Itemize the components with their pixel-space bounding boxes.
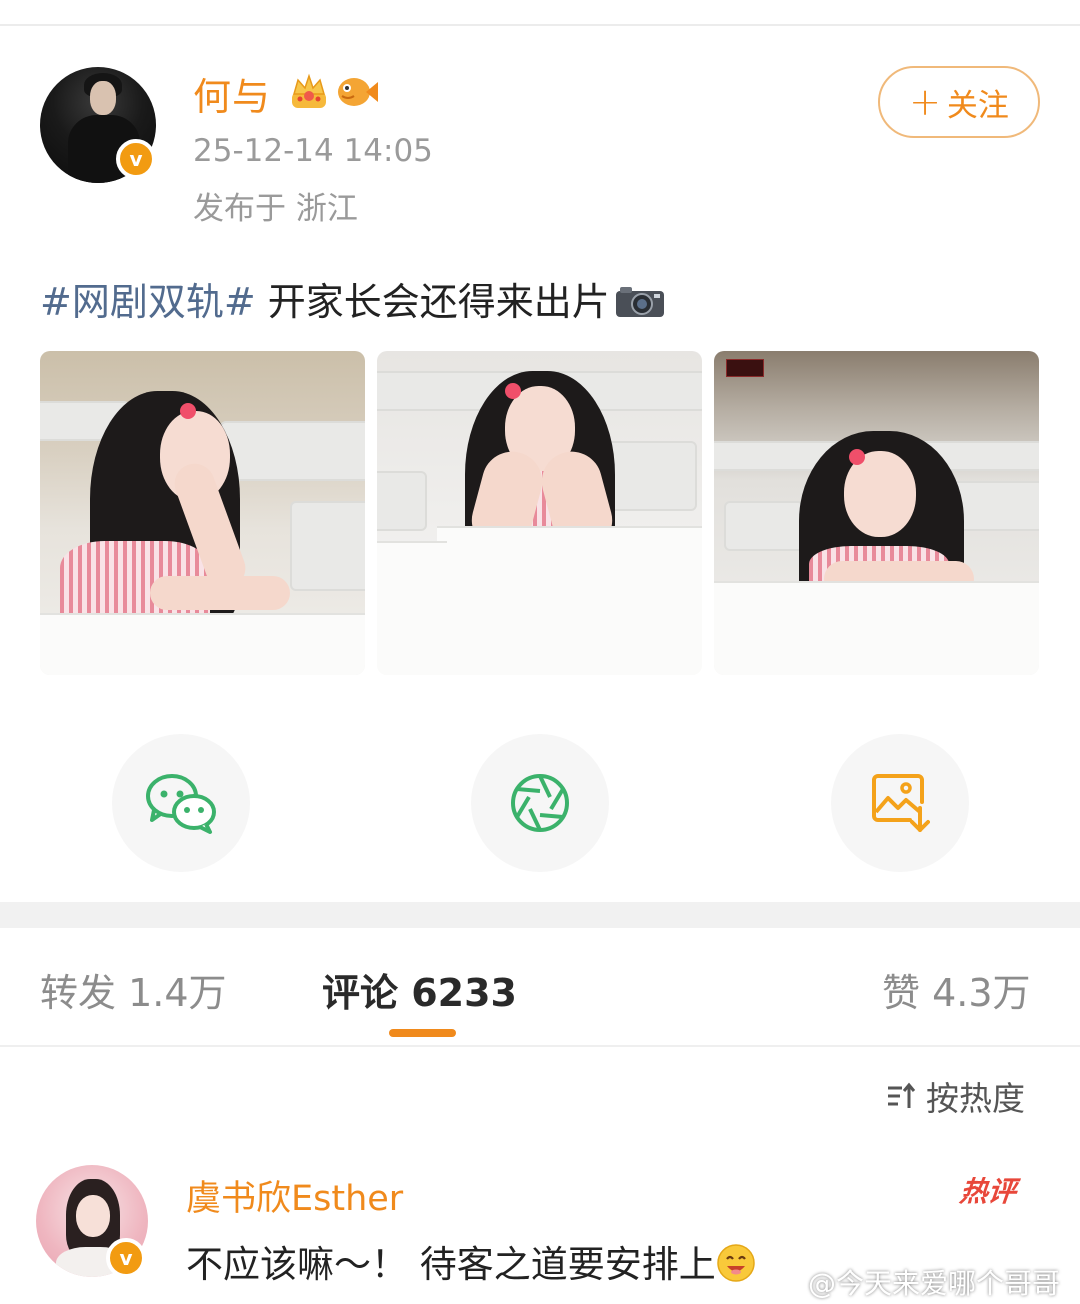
- follow-button[interactable]: + 关注: [878, 66, 1040, 138]
- save-image-icon: [872, 774, 930, 832]
- tab-repost[interactable]: 转发 1.4万: [40, 962, 227, 1017]
- hot-comment-badge: 热评: [958, 1175, 1018, 1208]
- commenter-verified-badge-icon: v: [106, 1238, 146, 1278]
- plus-icon: +: [909, 80, 941, 124]
- post-body-text: 开家长会还得来出片: [255, 280, 610, 324]
- camera-emoji-icon: [615, 287, 664, 317]
- post-photo-3[interactable]: [714, 351, 1039, 675]
- share-wechat-button[interactable]: [112, 734, 250, 872]
- comment-text: 不应该嘛～！ 待客之道要安排上: [186, 1234, 756, 1288]
- sort-label: 按热度: [926, 1079, 1025, 1118]
- commenter-name[interactable]: 虞书欣Esther: [186, 1170, 403, 1221]
- active-tab-indicator: [389, 1029, 456, 1037]
- top-divider: [0, 24, 1080, 26]
- author-name[interactable]: 何与: [193, 66, 271, 121]
- follow-label: 关注: [946, 87, 1009, 124]
- hashtag-link[interactable]: #网剧双轨#: [40, 280, 256, 324]
- moments-icon: [511, 774, 569, 832]
- smile-emoji-icon: [717, 1244, 755, 1282]
- post-photo-2[interactable]: [377, 351, 702, 675]
- wechat-icon: [146, 774, 216, 834]
- section-divider: [0, 902, 1080, 928]
- fish-fan-icon: [338, 78, 378, 106]
- watermark: @今天来爱哪个哥哥: [808, 1267, 1061, 1300]
- crown-member-icon: [292, 73, 326, 108]
- post-location: 发布于 浙江: [193, 191, 358, 227]
- share-moments-button[interactable]: [471, 734, 609, 872]
- post-timestamp: 25-12-14 14:05: [193, 133, 433, 169]
- verified-badge-icon: v: [116, 139, 156, 179]
- post-photo-1[interactable]: [40, 351, 365, 675]
- tab-divider: [0, 1045, 1080, 1047]
- tab-comments[interactable]: 评论 6233: [322, 962, 517, 1017]
- save-image-button[interactable]: [831, 734, 969, 872]
- post-text: #网剧双轨# 开家长会还得来出片: [40, 271, 666, 326]
- sort-icon: [888, 1082, 916, 1108]
- tab-likes[interactable]: 赞 4.3万: [882, 962, 1031, 1017]
- sort-hot-button[interactable]: 按热度: [886, 1072, 1025, 1120]
- comment-body: 不应该嘛～！ 待客之道要安排上: [186, 1243, 716, 1286]
